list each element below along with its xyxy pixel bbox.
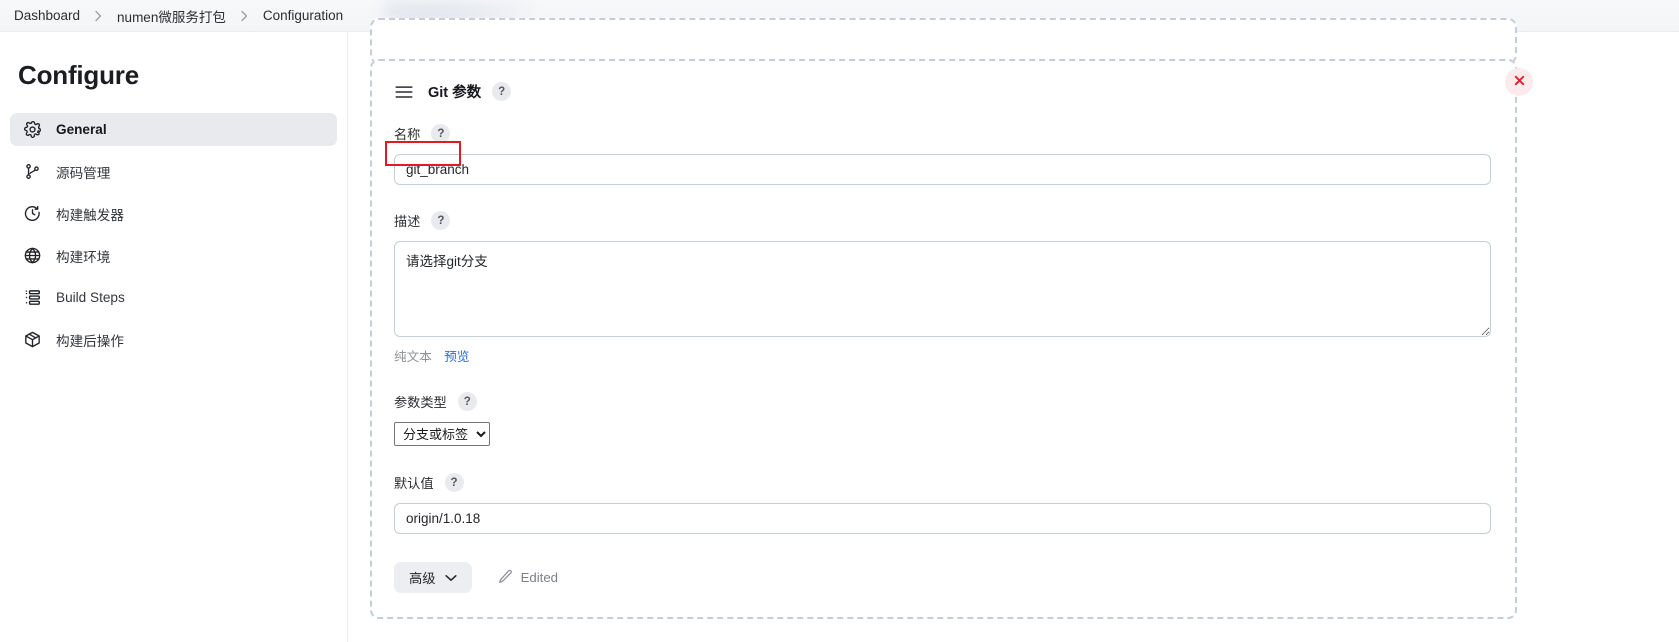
help-badge-default-value[interactable]: ? xyxy=(444,473,464,492)
advanced-button-label: 高级 xyxy=(409,571,436,586)
main-content: Git 参数 ? 名称 ? 描述 ? 请选择git分支 xyxy=(348,18,1679,642)
edited-indicator: Edited xyxy=(498,569,558,587)
globe-icon xyxy=(22,245,43,266)
sidebar-nav: General 源码管理 构建触发器 构建环境 Build Steps 构建后操… xyxy=(0,113,347,356)
field-default-value-label: 默认值 xyxy=(394,476,434,491)
parameter-block-header: Git 参数 ? xyxy=(394,81,1515,102)
page-title: Configure xyxy=(18,60,139,90)
breadcrumb-item-configuration[interactable]: Configuration xyxy=(257,8,349,23)
plain-text-link[interactable]: 纯文本 xyxy=(394,350,432,364)
breadcrumb-item-job[interactable]: numen微服务打包 xyxy=(111,6,232,26)
field-name-label: 名称 xyxy=(394,127,421,142)
list-icon xyxy=(22,287,43,308)
field-name-label-row: 名称 ? xyxy=(394,124,1515,143)
parameter-type-select[interactable]: 分支或标签 xyxy=(394,422,490,446)
help-badge-parameter-type[interactable]: ? xyxy=(457,392,477,411)
breadcrumb-item-dashboard[interactable]: Dashboard xyxy=(8,8,86,23)
parameter-block-above-partial xyxy=(370,18,1517,64)
parameter-block-title: Git 参数 xyxy=(428,85,482,101)
default-value-input[interactable] xyxy=(394,503,1491,534)
description-textarea[interactable]: 请选择git分支 xyxy=(394,241,1491,337)
field-name: 名称 ? xyxy=(394,124,1515,185)
field-parameter-type-label-row: 参数类型 ? xyxy=(394,392,1515,411)
advanced-button[interactable]: 高级 xyxy=(394,562,472,593)
field-description-label-row: 描述 ? xyxy=(394,211,1515,230)
preview-link[interactable]: 预览 xyxy=(444,350,469,364)
pencil-icon xyxy=(498,569,513,587)
breadcrumb-chevron-right-icon xyxy=(232,10,257,22)
field-default-value: 默认值 ? xyxy=(394,473,1515,534)
sidebar-item-label: 构建后操作 xyxy=(56,333,124,349)
sidebar: Configure General 源码管理 构建触发器 构建环境 Build … xyxy=(0,32,348,642)
sidebar-item-label: 构建触发器 xyxy=(56,207,124,223)
field-default-value-label-row: 默认值 ? xyxy=(394,473,1515,492)
breadcrumb-chevron-right-icon xyxy=(86,10,111,22)
git-parameter-block: Git 参数 ? 名称 ? 描述 ? 请选择git分支 xyxy=(370,59,1533,619)
branch-icon xyxy=(22,161,43,182)
sidebar-item-post-build-actions[interactable]: 构建后操作 xyxy=(10,323,337,356)
sidebar-item-build-environment[interactable]: 构建环境 xyxy=(10,239,337,272)
field-parameter-type-label: 参数类型 xyxy=(394,395,447,410)
gear-icon xyxy=(22,119,43,140)
sidebar-item-general[interactable]: General xyxy=(10,113,337,146)
close-parameter-button[interactable] xyxy=(1505,68,1533,96)
help-badge-description[interactable]: ? xyxy=(431,211,451,230)
chevron-down-icon xyxy=(444,570,457,585)
sidebar-item-build-steps[interactable]: Build Steps xyxy=(10,281,337,314)
field-parameter-type: 参数类型 ? 分支或标签 xyxy=(394,392,1515,446)
name-input[interactable] xyxy=(394,154,1491,185)
description-format-links: 纯文本 预览 xyxy=(394,346,1515,365)
close-x-icon xyxy=(1513,74,1526,90)
field-description-label: 描述 xyxy=(394,214,421,229)
edited-label: Edited xyxy=(520,570,558,585)
hamburger-drag-icon[interactable] xyxy=(394,82,414,102)
sidebar-item-label: 构建环境 xyxy=(56,249,111,265)
parameter-footer: 高级 Edited xyxy=(394,562,1515,593)
sidebar-item-label: Build Steps xyxy=(56,290,125,305)
field-description: 描述 ? 请选择git分支 xyxy=(394,211,1515,337)
help-badge-name[interactable]: ? xyxy=(431,124,451,143)
sidebar-item-label: 源码管理 xyxy=(56,165,111,181)
clock-icon xyxy=(22,203,43,224)
sidebar-item-source-control[interactable]: 源码管理 xyxy=(10,155,337,188)
sidebar-item-build-triggers[interactable]: 构建触发器 xyxy=(10,197,337,230)
help-badge-panel[interactable]: ? xyxy=(492,82,512,101)
sidebar-item-label: General xyxy=(56,122,107,137)
package-icon xyxy=(22,329,43,350)
